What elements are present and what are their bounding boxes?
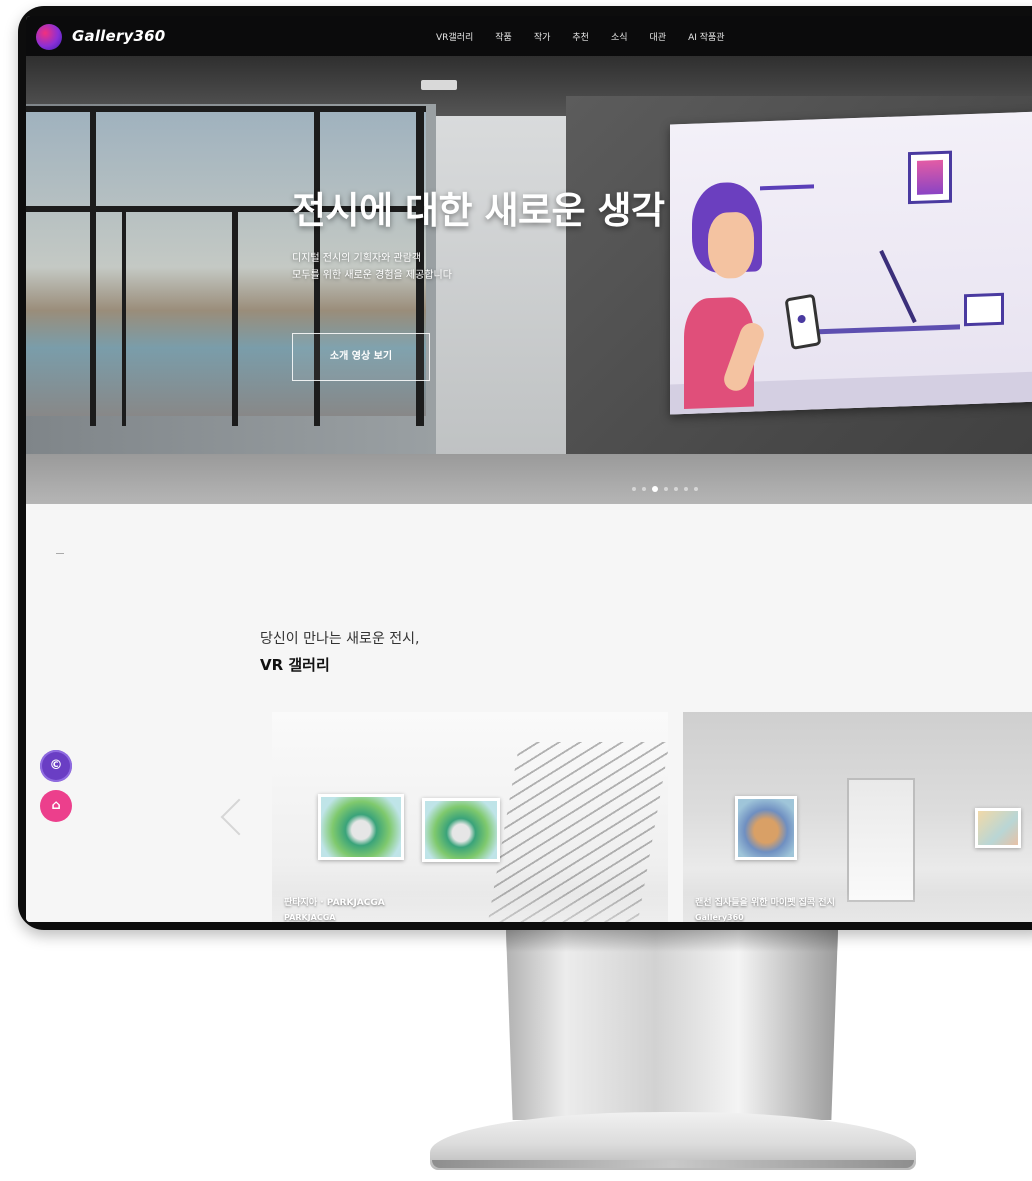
brand-logo-text[interactable]: Gallery360	[72, 27, 165, 45]
painting-dog	[735, 796, 797, 860]
browser-screen: Gallery360 VR갤러리 작품 작가 추천 소식 대관 AI 작품관 전…	[26, 16, 1032, 922]
slider-dot[interactable]	[652, 486, 658, 492]
hero-white-wall	[436, 116, 576, 456]
art-small-frame	[964, 292, 1004, 327]
monitor-stand-shadow	[506, 930, 838, 952]
hero-subtitle: 디지털 전시의 기획자와 관람객 모두를 위한 새로운 경험을 제공합니다	[292, 250, 452, 284]
intro-video-button[interactable]: 소개 영상 보기	[292, 333, 430, 381]
hero-subtitle-line-1: 디지털 전시의 기획자와 관람객	[292, 253, 422, 264]
slider-dot[interactable]	[674, 487, 678, 491]
window-frame-v3	[232, 206, 238, 426]
section-kicker: 당신이 만나는 새로운 전시,	[260, 631, 420, 647]
hero-title: 전시에 대한 새로운 생각	[292, 189, 665, 232]
window-frame-top	[26, 106, 426, 112]
window-frame-v2	[122, 206, 126, 426]
menu-item-news[interactable]: 소식	[611, 30, 628, 43]
vr-gallery-section: 당신이 만나는 새로운 전시, VR 갤러리 판타지아 · PARKJACGA …	[26, 504, 1032, 922]
home-icon[interactable]: ⌂	[40, 790, 72, 822]
gallery-card-2[interactable]: 랜선 집사들을 위한 마이펫 집콕 전시 Gallery360	[683, 712, 1032, 922]
menu-item-recommend[interactable]: 추천	[572, 30, 589, 43]
painting-2	[422, 798, 500, 862]
art-person-face	[708, 211, 754, 280]
card-1-title: 판타지아 · PARKJACGA	[284, 898, 385, 908]
slider-dots	[632, 486, 698, 492]
painting-1	[318, 794, 404, 860]
logo-circle-icon[interactable]	[36, 24, 62, 50]
slider-dot[interactable]	[632, 487, 636, 491]
ceiling-light	[421, 80, 457, 90]
gallery-card-1[interactable]: 판타지아 · PARKJACGA PARKJACGA	[272, 712, 668, 922]
hero-artwork-illustration	[670, 111, 1032, 415]
copyright-icon[interactable]: ©	[40, 750, 72, 782]
monitor-bezel: Gallery360 VR갤러리 작품 작가 추천 소식 대관 AI 작품관 전…	[18, 6, 1032, 930]
slider-dot[interactable]	[642, 487, 646, 491]
hero-subtitle-line-2: 모두를 위한 새로운 경험을 제공합니다	[292, 270, 452, 281]
slider-dot[interactable]	[684, 487, 688, 491]
menu-item-ai-gallery[interactable]: AI 작품관	[688, 30, 725, 43]
menu-item-rental[interactable]: 대관	[650, 30, 667, 43]
section-title: VR 갤러리	[260, 656, 330, 674]
decorative-dash	[56, 553, 64, 554]
main-menu: VR갤러리 작품 작가 추천 소식 대관 AI 작품관	[436, 30, 725, 43]
slider-dot[interactable]	[694, 487, 698, 491]
menu-item-vr-gallery[interactable]: VR갤러리	[436, 30, 473, 43]
gallery-doorway	[847, 778, 915, 902]
card-1-subtitle: PARKJACGA	[284, 913, 336, 922]
painting-pastel	[975, 808, 1021, 848]
card-2-title: 랜선 집사들을 위한 마이펫 집콕 전시	[695, 898, 835, 908]
art-picture-frame	[908, 150, 952, 205]
slider-dot[interactable]	[664, 487, 668, 491]
menu-item-artworks[interactable]: 작품	[495, 30, 512, 43]
card-2-subtitle: Gallery360	[695, 913, 744, 922]
hero-banner: 전시에 대한 새로운 생각 디지털 전시의 기획자와 관람객 모두를 위한 새로…	[26, 56, 1032, 504]
top-nav: Gallery360 VR갤러리 작품 작가 추천 소식 대관 AI 작품관	[26, 16, 1032, 56]
menu-item-artists[interactable]: 작가	[534, 30, 551, 43]
monitor-stand-neck	[506, 930, 838, 1120]
window-frame-v1	[90, 106, 96, 426]
phone-dot	[797, 314, 807, 324]
monitor-stand-base-lip	[432, 1160, 914, 1168]
hero-floor	[26, 454, 1032, 504]
chevron-left-icon[interactable]	[220, 798, 258, 836]
art-frame-inner	[917, 159, 943, 195]
